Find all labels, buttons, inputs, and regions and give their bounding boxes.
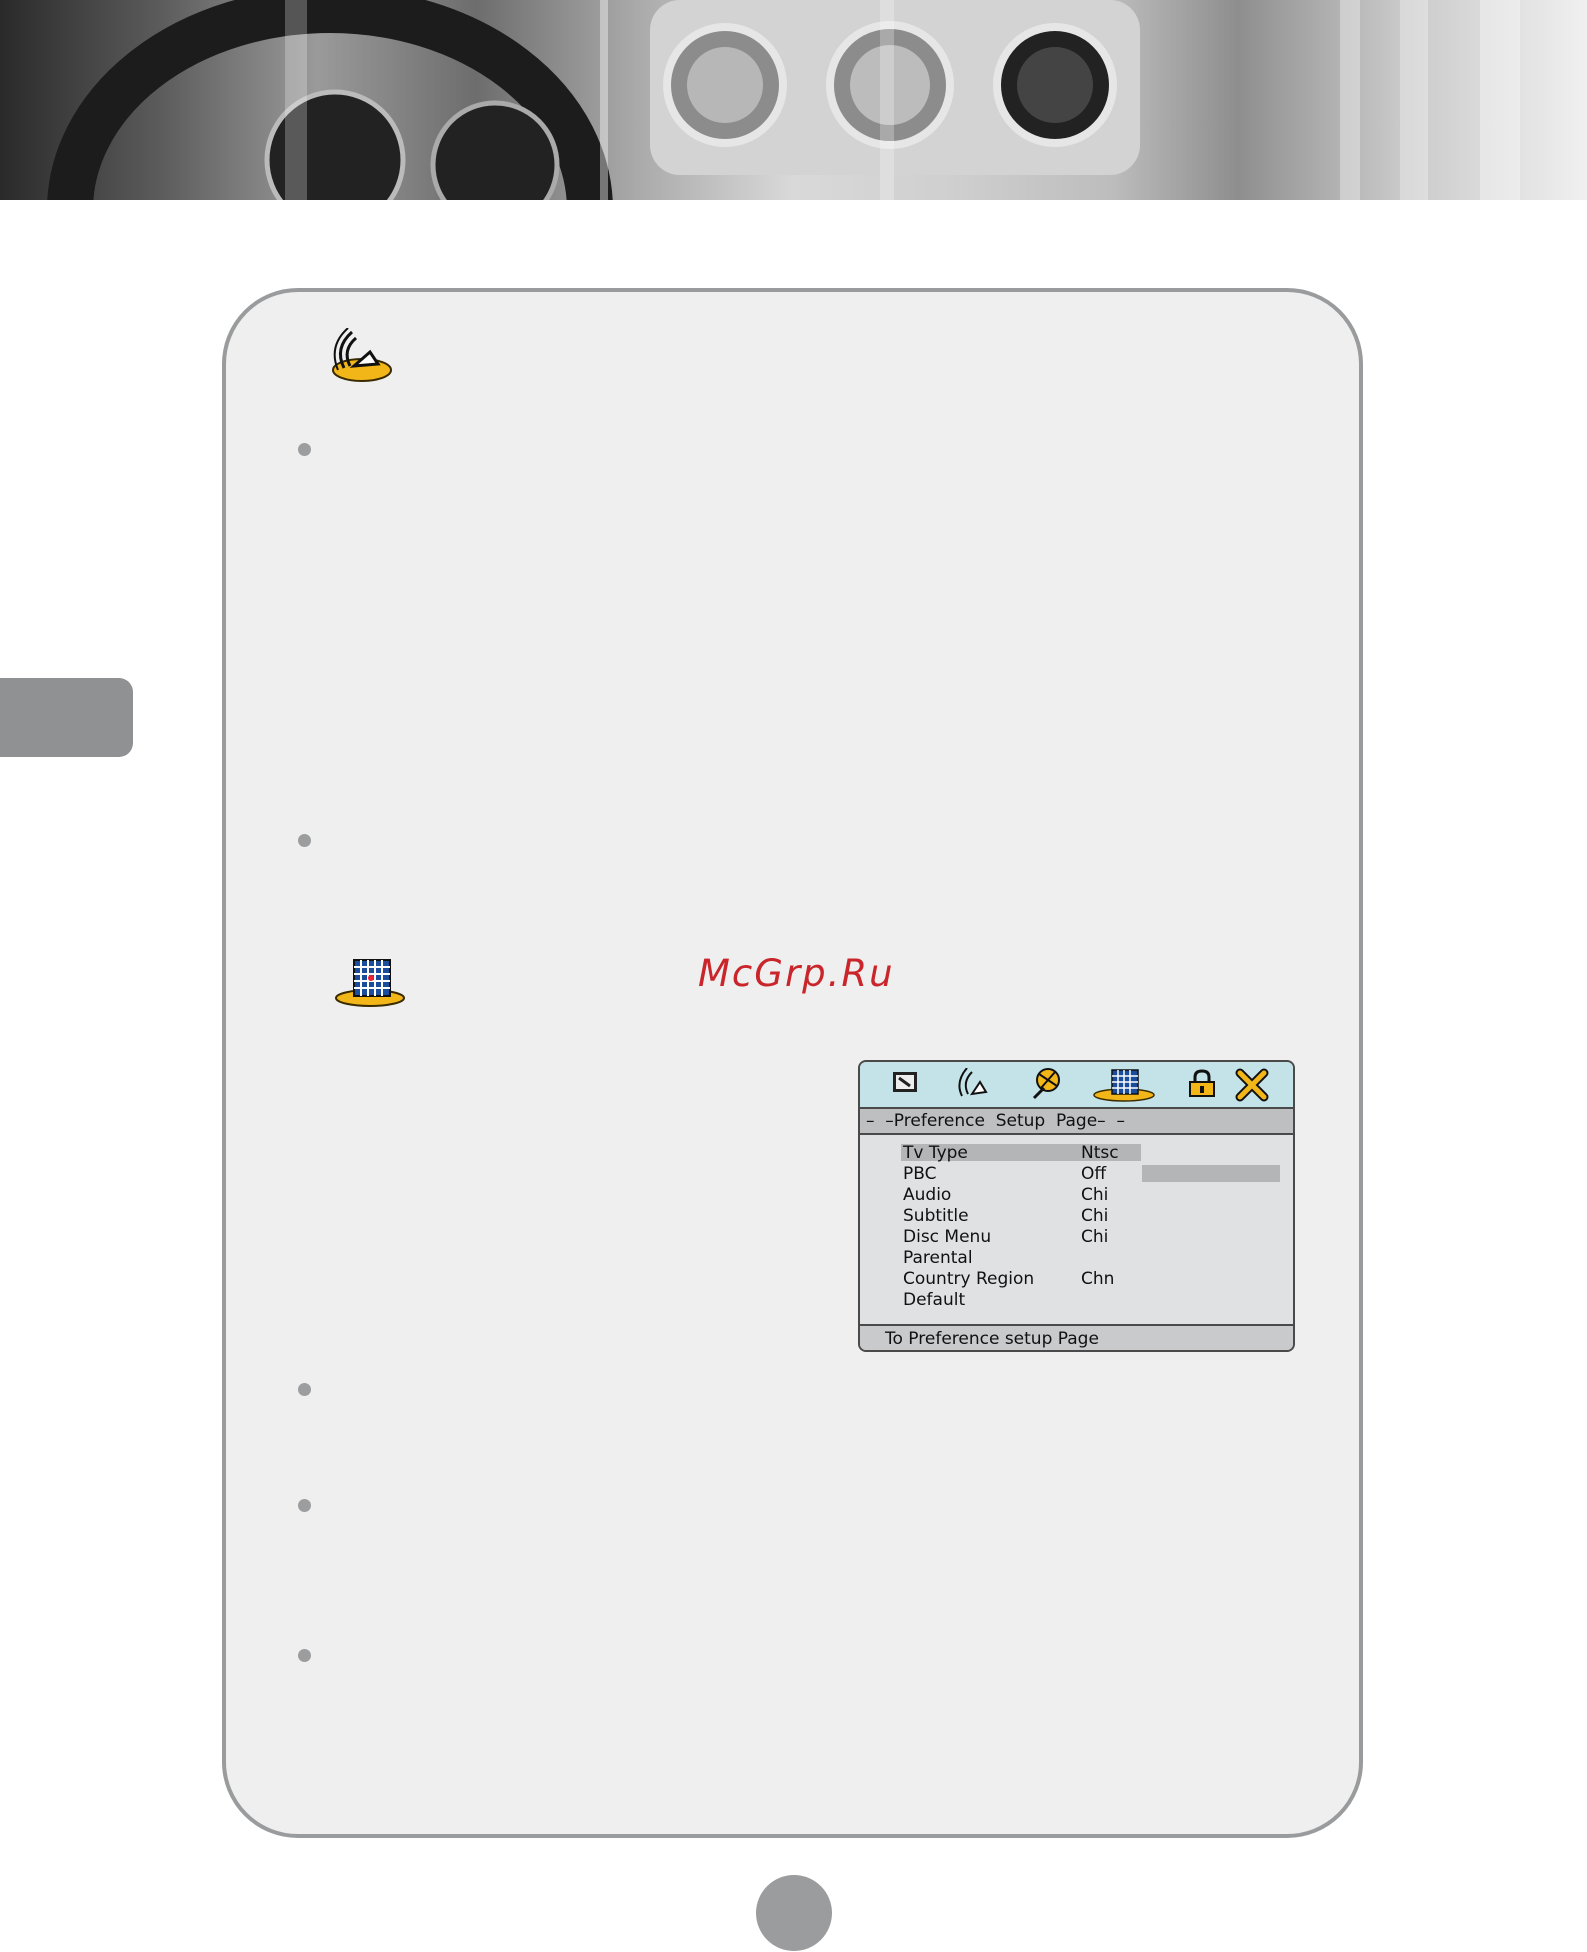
preference-setup-icon xyxy=(334,958,406,1012)
osd-menu-item-country-region[interactable]: Country Region Chn xyxy=(860,1269,1293,1290)
osd-item-value: Chi xyxy=(1081,1185,1109,1205)
osd-item-value: Chn xyxy=(1081,1269,1115,1289)
exit-icon[interactable] xyxy=(1235,1068,1269,1106)
osd-item-label: Audio xyxy=(903,1185,952,1205)
osd-item-value: Off xyxy=(1081,1164,1107,1184)
osd-item-label: Tv Type xyxy=(903,1143,968,1163)
audio-setup-icon xyxy=(330,327,394,388)
osd-menu-list: Tv Type Ntsc PBC Off Audio Chi Subtitle … xyxy=(860,1143,1293,1311)
osd-item-label: PBC xyxy=(903,1164,937,1184)
bullet-point xyxy=(298,1383,311,1396)
osd-item-value: Ntsc xyxy=(1081,1143,1119,1163)
car-dashboard-image xyxy=(47,0,1520,200)
bullet-point xyxy=(298,1649,311,1662)
osd-item-label: Default xyxy=(903,1290,966,1310)
osd-menu-item-audio[interactable]: Audio Chi xyxy=(860,1185,1293,1206)
audio-setup-icon[interactable] xyxy=(952,1067,992,1104)
osd-menu-item-parental[interactable]: Parental xyxy=(860,1248,1293,1269)
watermark-text: McGrp.Ru xyxy=(698,952,895,995)
video-setup-icon[interactable] xyxy=(1030,1068,1064,1104)
chapter-side-tab xyxy=(0,678,133,757)
header-photo-banner xyxy=(0,0,1587,200)
osd-item-value: Chi xyxy=(1081,1227,1109,1247)
osd-menu-item-tv-type[interactable]: Tv Type Ntsc xyxy=(860,1143,1293,1164)
preference-setup-icon[interactable] xyxy=(1092,1068,1156,1106)
osd-page-title: – –Preference Setup Page– – xyxy=(860,1109,1293,1135)
osd-menu-item-disc-menu[interactable]: Disc Menu Chi xyxy=(860,1227,1293,1248)
osd-menu-item-subtitle[interactable]: Subtitle Chi xyxy=(860,1206,1293,1227)
osd-item-label: Subtitle xyxy=(903,1206,969,1226)
osd-item-label: Parental xyxy=(903,1248,973,1268)
osd-menu-item-default[interactable]: Default xyxy=(860,1290,1293,1311)
submenu-highlight xyxy=(1142,1165,1280,1182)
osd-menu-item-pbc[interactable]: PBC Off xyxy=(860,1164,1293,1185)
bullet-point xyxy=(298,1499,311,1512)
osd-item-label: Disc Menu xyxy=(903,1227,992,1247)
osd-icon-bar xyxy=(860,1062,1293,1109)
general-setup-icon[interactable] xyxy=(890,1068,920,1102)
osd-preference-setup-menu: – –Preference Setup Page– – Tv Type Ntsc… xyxy=(858,1060,1295,1352)
osd-item-value: Chi xyxy=(1081,1206,1109,1226)
bullet-point xyxy=(298,834,311,847)
osd-status-bar: To Preference setup Page xyxy=(860,1324,1293,1350)
bullet-point xyxy=(298,443,311,456)
password-lock-icon[interactable] xyxy=(1185,1068,1217,1104)
osd-item-label: Country Region xyxy=(903,1269,1035,1289)
page-number-badge xyxy=(756,1875,832,1951)
